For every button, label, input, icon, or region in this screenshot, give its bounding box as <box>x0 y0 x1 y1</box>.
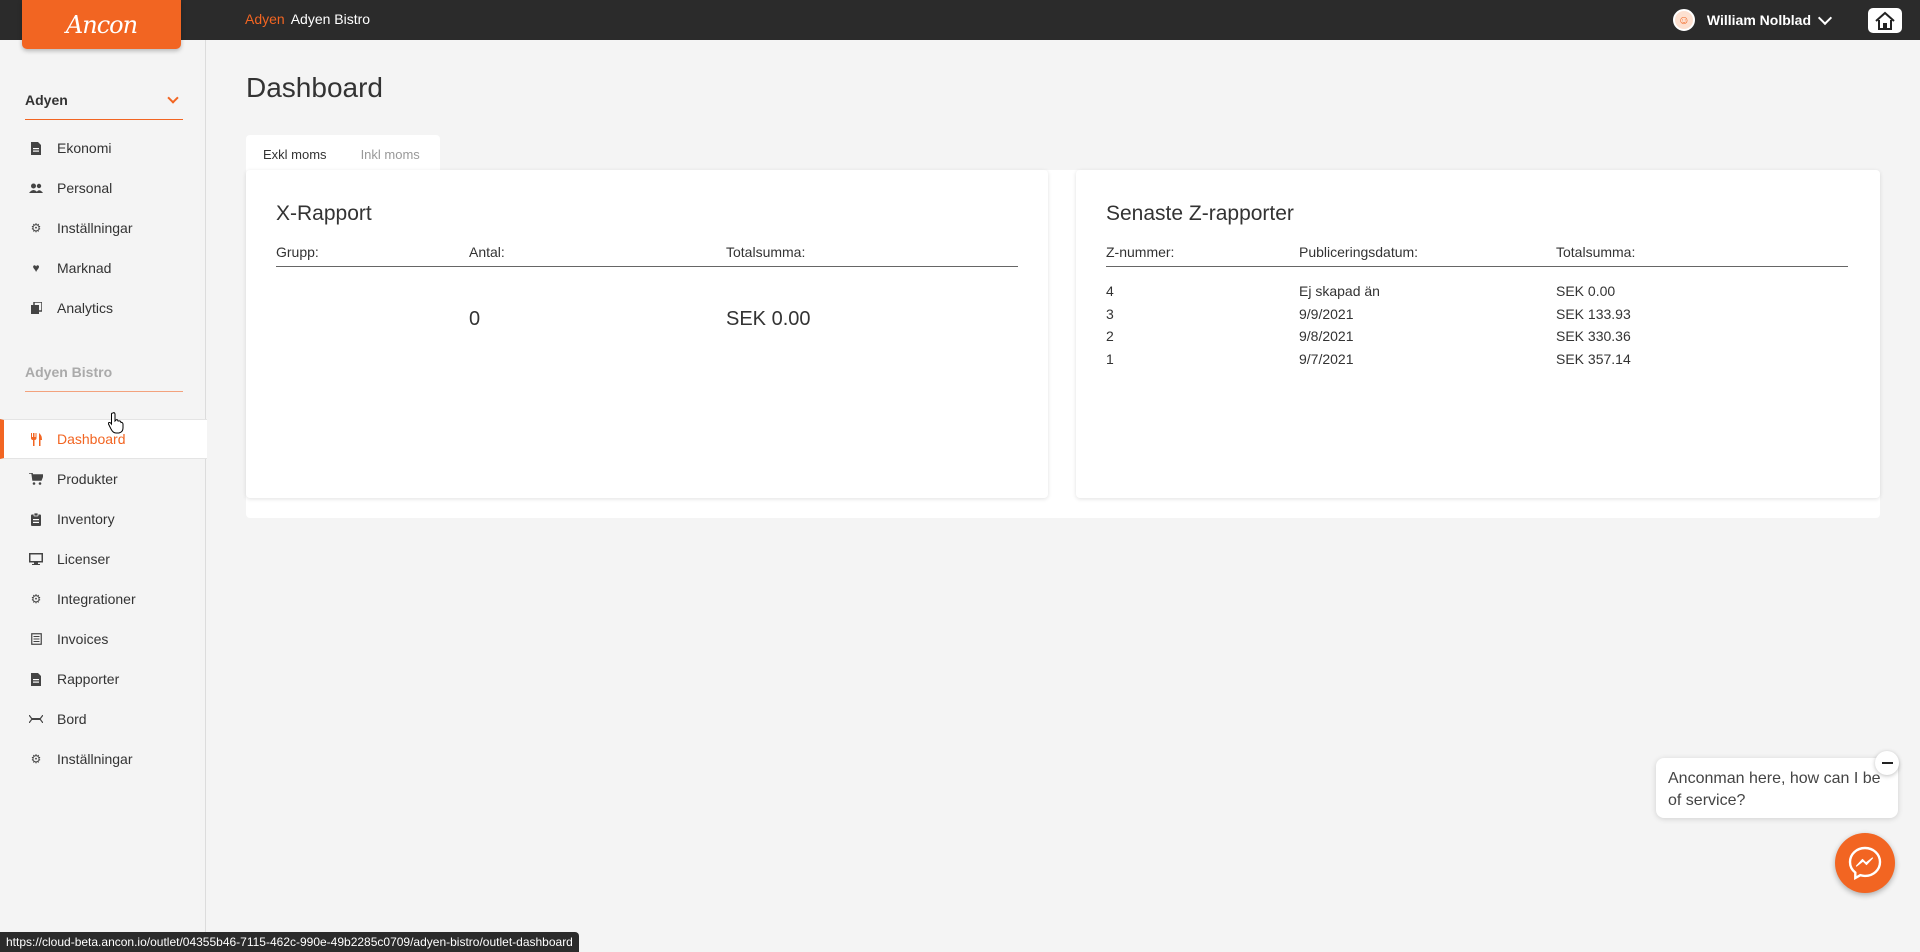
sidebar: Adyen Ekonomi Personal ⚙ Inställningar ♥… <box>0 40 207 952</box>
sidebar-item-produkter[interactable]: Produkter <box>0 459 206 499</box>
invoice-icon <box>29 632 43 646</box>
sidebar-item-marknad[interactable]: ♥ Marknad <box>0 248 206 288</box>
column-header-antal: Antal: <box>469 244 505 260</box>
outlet-section-label: Adyen Bistro <box>25 364 183 392</box>
sidebar-item-label: Analytics <box>57 300 114 316</box>
heart-icon: ♥ <box>32 261 40 275</box>
z-total: SEK 357.14 <box>1556 351 1631 367</box>
home-button[interactable] <box>1868 8 1902 33</box>
status-bar-url: https://cloud-beta.ancon.io/outlet/04355… <box>0 932 579 952</box>
x-report-card: X-Rapport Grupp: Antal: Totalsumma: 0 SE… <box>246 170 1048 498</box>
z-total: SEK 0.00 <box>1556 283 1616 299</box>
column-header-totalsumma: Totalsumma: <box>1556 244 1636 260</box>
z-date: Ej skapad än <box>1299 283 1380 299</box>
receipt-icon <box>29 141 43 155</box>
sidebar-item-label: Produkter <box>57 471 118 487</box>
z-date: 9/8/2021 <box>1299 328 1354 344</box>
sidebar-item-label: Licenser <box>57 551 110 567</box>
chevron-down-icon <box>1817 10 1833 25</box>
chat-close-button[interactable] <box>1875 751 1899 775</box>
pointer-cursor-icon <box>108 412 124 434</box>
sidebar-item-label: Inställningar <box>57 751 133 767</box>
copy-icon <box>29 301 43 315</box>
column-header-totalsumma: Totalsumma: <box>726 244 806 260</box>
z-total: SEK 133.93 <box>1556 306 1631 322</box>
z-date: 9/7/2021 <box>1299 351 1354 367</box>
chat-message-bubble[interactable]: Anconman here, how can I be of service? <box>1656 758 1898 818</box>
x-report-header: Grupp: Antal: Totalsumma: <box>276 244 1018 267</box>
sidebar-item-dashboard[interactable]: Dashboard <box>0 419 207 459</box>
breadcrumb-org[interactable]: Adyen <box>245 11 285 27</box>
page-title: Dashboard <box>246 72 383 103</box>
tab-exkl-moms[interactable]: Exkl moms <box>246 135 344 173</box>
users-icon <box>29 181 43 195</box>
gears-icon: ⚙ <box>30 221 42 235</box>
breadcrumb-outlet: Adyen Bistro <box>290 11 371 27</box>
sidebar-item-label: Inställningar <box>57 220 133 236</box>
sidebar-item-label: Inventory <box>57 511 115 527</box>
clipboard-icon <box>29 512 43 526</box>
top-bar: Adyen Adyen Bistro ☺ William Nolblad <box>0 0 1920 40</box>
x-report-count: 0 <box>469 308 481 330</box>
sidebar-item-label: Personal <box>57 180 113 196</box>
gears-icon: ⚙ <box>30 592 42 606</box>
messenger-chat-button[interactable] <box>1835 833 1895 893</box>
z-reports-header: Z-nummer: Publiceringsdatum: Totalsumma: <box>1106 244 1848 267</box>
avatar: ☺ <box>1672 9 1695 31</box>
sidebar-item-bord[interactable]: Bord <box>0 699 206 739</box>
column-header-publiceringsdatum: Publiceringsdatum: <box>1299 244 1419 260</box>
user-name: William Nolblad <box>1706 12 1811 28</box>
sidebar-item-rapporter[interactable]: Rapporter <box>0 659 206 699</box>
sidebar-item-installningar-outlet[interactable]: ⚙ Inställningar <box>0 739 206 779</box>
z-date: 9/9/2021 <box>1299 306 1354 322</box>
sidebar-item-inventory[interactable]: Inventory <box>0 499 206 539</box>
sidebar-item-label: Marknad <box>57 260 112 276</box>
column-header-z-nummer: Z-nummer: <box>1106 244 1175 260</box>
sidebar-item-label: Bord <box>57 711 87 727</box>
sidebar-item-ekonomi[interactable]: Ekonomi <box>0 128 206 168</box>
chevron-down-icon <box>167 92 179 104</box>
tab-inkl-moms[interactable]: Inkl moms <box>344 135 437 173</box>
org-selector[interactable]: Adyen <box>25 92 183 120</box>
document-icon <box>29 672 43 686</box>
sidebar-item-integrationer[interactable]: ⚙ Integrationer <box>0 579 206 619</box>
sidebar-item-personal[interactable]: Personal <box>0 168 206 208</box>
x-report-total: SEK 0.00 <box>726 308 811 330</box>
cart-icon <box>29 472 43 486</box>
z-total: SEK 330.36 <box>1556 328 1631 344</box>
sidebar-item-label: Ekonomi <box>57 140 112 156</box>
home-icon <box>1875 11 1895 30</box>
sidebar-item-analytics[interactable]: Analytics <box>0 288 206 328</box>
column-header-grupp: Grupp: <box>276 244 319 260</box>
sidebar-item-licenser[interactable]: Licenser <box>0 539 206 579</box>
z-reports-title: Senaste Z-rapporter <box>1106 202 1294 225</box>
z-number: 1 <box>1106 351 1114 367</box>
user-menu[interactable]: ☺ William Nolblad <box>1672 9 1833 31</box>
minus-icon <box>1881 762 1893 764</box>
sidebar-item-installningar[interactable]: ⚙ Inställningar <box>0 208 206 248</box>
x-report-title: X-Rapport <box>276 202 372 225</box>
z-reports-card: Senaste Z-rapporter Z-nummer: Publicerin… <box>1076 170 1880 498</box>
monitor-icon <box>29 552 43 566</box>
z-number: 2 <box>1106 328 1114 344</box>
gear-icon: ⚙ <box>30 752 42 766</box>
sidebar-item-invoices[interactable]: Invoices <box>0 619 206 659</box>
messenger-icon <box>1848 846 1882 880</box>
utensils-icon <box>29 432 43 446</box>
breadcrumb: Adyen Adyen Bistro <box>245 11 370 27</box>
org-selector-label: Adyen <box>25 92 68 108</box>
vat-tabs: Exkl moms Inkl moms <box>246 135 440 173</box>
sidebar-item-label: Invoices <box>57 631 109 647</box>
sidebar-item-label: Rapporter <box>57 671 120 687</box>
z-number: 3 <box>1106 306 1114 322</box>
table-icon <box>29 712 43 726</box>
z-number: 4 <box>1106 283 1114 299</box>
sidebar-item-label: Integrationer <box>57 591 136 607</box>
ancon-logo[interactable]: Ancon <box>22 0 181 49</box>
